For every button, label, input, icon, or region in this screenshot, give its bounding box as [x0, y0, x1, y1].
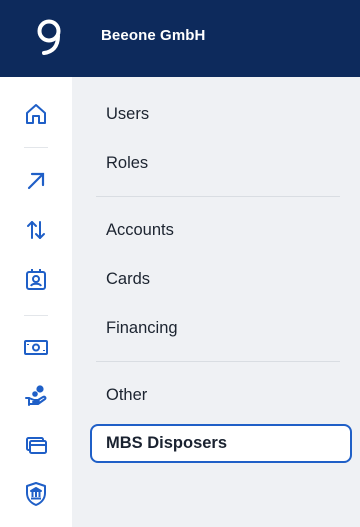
menu-divider	[96, 196, 340, 197]
menu-item-mbs-disposers[interactable]: MBS Disposers	[90, 424, 352, 463]
badge-icon[interactable]	[20, 263, 52, 295]
menu-item-users[interactable]: Users	[106, 105, 149, 124]
top-bar: Beeone GmbH	[0, 0, 360, 77]
transfer-arrows-icon[interactable]	[20, 214, 52, 246]
icon-rail	[0, 77, 72, 527]
menu-divider	[96, 361, 340, 362]
company-name[interactable]: Beeone GmbH	[101, 27, 205, 44]
menu-item-accounts[interactable]: Accounts	[106, 221, 174, 240]
menu-item-financing[interactable]: Financing	[106, 319, 178, 338]
bank-shield-icon[interactable]	[20, 478, 52, 510]
hand-coin-icon[interactable]	[20, 380, 52, 412]
rail-divider	[24, 315, 48, 316]
settings-menu: Users Roles Accounts Cards Financing Oth…	[72, 77, 360, 527]
cards-icon[interactable]	[20, 429, 52, 461]
menu-item-cards[interactable]: Cards	[106, 270, 150, 289]
home-icon[interactable]	[20, 98, 52, 130]
rail-divider	[24, 147, 48, 148]
menu-item-other[interactable]: Other	[106, 386, 147, 405]
arrow-up-right-icon[interactable]	[20, 165, 52, 197]
logo-icon[interactable]	[32, 14, 72, 58]
cash-icon[interactable]	[20, 331, 52, 363]
menu-item-roles[interactable]: Roles	[106, 154, 148, 173]
